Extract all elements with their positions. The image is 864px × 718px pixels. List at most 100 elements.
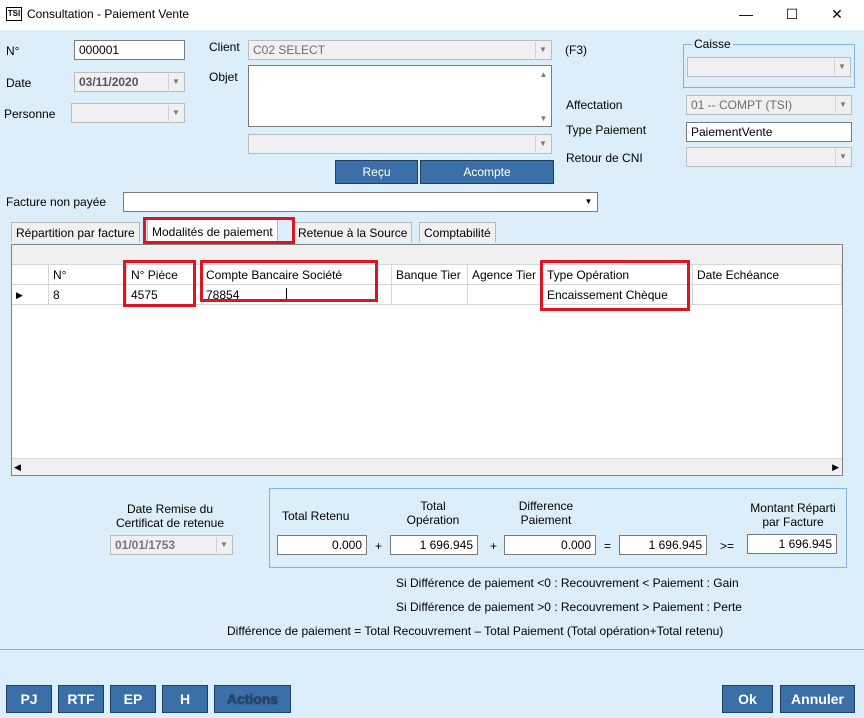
tab-modalites[interactable]: Modalités de paiement <box>147 218 278 244</box>
cell-banque[interactable] <box>392 285 468 305</box>
grid-header-type-operation[interactable]: Type Opération <box>543 265 693 285</box>
client-value: C02 SELECT <box>253 43 326 57</box>
date-remise-label: Date Remise du Certificat de retenue <box>115 502 225 530</box>
date-value: 03/11/2020 <box>79 75 139 89</box>
cell-compte[interactable]: 78854 <box>202 285 392 305</box>
chevron-down-icon[interactable]: ▼ <box>835 149 850 165</box>
retour-cni-label: Retour de CNI <box>566 151 643 165</box>
total-retenu-field[interactable]: 0.000 <box>277 535 367 555</box>
chevron-down-icon[interactable]: ▼ <box>834 59 849 75</box>
total-operation-label: Total Opération <box>406 499 460 527</box>
date-remise-field[interactable]: 01/01/1753 ▼ <box>110 535 233 555</box>
type-paiement-field[interactable]: PaiementVente <box>686 122 852 142</box>
totals-panel: Total Retenu 0.000 + Total Opération 1 6… <box>269 488 847 568</box>
note-gain: Si Différence de paiement <0 : Recouvrem… <box>396 576 739 590</box>
caisse-group: Caisse ▼ <box>683 37 855 88</box>
close-button[interactable]: ✕ <box>817 2 857 26</box>
grid-header-piece[interactable]: N° Pièce <box>127 265 202 285</box>
objet-scrollbar[interactable]: ▲ ▼ <box>536 66 551 126</box>
objet-label: Objet <box>209 70 238 84</box>
client-select[interactable]: C02 SELECT ▼ <box>248 40 552 60</box>
tab-repartition[interactable]: Répartition par facture <box>11 222 140 242</box>
chevron-down-icon[interactable]: ▼ <box>581 194 596 210</box>
greater-equal-sign: >= <box>720 539 735 553</box>
window-title: Consultation - Paiement Vente <box>27 7 190 21</box>
chevron-down-icon[interactable]: ▼ <box>835 97 850 113</box>
note-perte: Si Différence de paiement >0 : Recouvrem… <box>396 600 742 614</box>
objet-textarea[interactable]: ▲ ▼ <box>248 65 552 127</box>
facture-select[interactable]: ▼ <box>123 192 598 212</box>
bottom-separator <box>0 649 864 650</box>
personne-select[interactable]: ▼ <box>71 103 185 123</box>
minimize-button[interactable]: — <box>726 2 766 26</box>
cell-no[interactable]: 8 <box>49 285 127 305</box>
affectation-value: 01 -- COMPT (TSI) <box>691 98 793 112</box>
text-cursor <box>286 288 287 301</box>
cell-piece[interactable]: 4575 <box>127 285 202 305</box>
pj-button[interactable]: PJ <box>6 685 52 713</box>
tab-retenue[interactable]: Retenue à la Source <box>293 222 413 242</box>
h-button[interactable]: H <box>162 685 208 713</box>
retour-cni-select[interactable]: ▼ <box>686 147 852 167</box>
date-label: Date <box>6 76 32 90</box>
date-field[interactable]: 03/11/2020 ▼ <box>74 72 185 92</box>
grid-header-date-echeance[interactable]: Date Echéance <box>693 265 842 285</box>
chevron-up-icon[interactable]: ▲ <box>536 68 551 82</box>
total-paiement-field[interactable]: 1 696.945 <box>619 535 707 555</box>
personne-label: Personne <box>4 107 56 121</box>
scroll-right-icon[interactable]: ▶ <box>832 462 839 473</box>
payment-consultation-window: TSI Consultation - Paiement Vente — ☐ ✕ … <box>0 0 864 718</box>
cell-type-operation[interactable]: Encaissement Chèque <box>543 285 693 305</box>
total-operation-field[interactable]: 1 696.945 <box>390 535 478 555</box>
row-pointer-icon: ▶ <box>12 285 49 305</box>
affectation-label: Affectation <box>566 98 623 112</box>
grid-header-no[interactable]: N° <box>49 265 127 285</box>
grid-header-selector <box>12 265 49 285</box>
plus-sign-2: + <box>490 539 498 553</box>
client-label: Client <box>209 40 240 54</box>
caisse-select[interactable]: ▼ <box>687 57 851 77</box>
grid-group-bar <box>12 245 842 265</box>
rtf-button[interactable]: RTF <box>58 685 104 713</box>
recu-button[interactable]: Reçu <box>335 160 418 184</box>
maximize-button[interactable]: ☐ <box>772 2 812 26</box>
scroll-left-icon[interactable]: ◀ <box>14 462 21 473</box>
title-bar: TSI Consultation - Paiement Vente — ☐ ✕ <box>0 0 864 30</box>
no-field[interactable]: 000001 <box>74 40 185 60</box>
objet-secondary-select[interactable]: ▼ <box>248 134 552 154</box>
actions-button[interactable]: Actions <box>214 685 291 713</box>
chevron-down-icon[interactable]: ▼ <box>168 74 183 90</box>
note-formula: Différence de paiement = Total Recouvrem… <box>227 624 724 638</box>
chevron-down-icon[interactable]: ▼ <box>535 42 550 58</box>
affectation-select[interactable]: 01 -- COMPT (TSI) ▼ <box>686 95 852 115</box>
chevron-down-icon[interactable]: ▼ <box>216 537 231 553</box>
grid-header-banque[interactable]: Banque Tier <box>392 265 468 285</box>
montant-field[interactable]: 1 696.945 <box>747 534 837 554</box>
app-logo-icon: TSI <box>6 7 22 21</box>
payment-modes-grid: N° N° Pièce Compte Bancaire Société Banq… <box>11 244 843 476</box>
chevron-down-icon[interactable]: ▼ <box>535 136 550 152</box>
no-label: N° <box>6 44 20 58</box>
caisse-label: Caisse <box>692 37 733 51</box>
cell-date-echeance[interactable] <box>693 285 842 305</box>
annuler-button[interactable]: Annuler <box>780 685 855 713</box>
difference-field[interactable]: 0.000 <box>504 535 596 555</box>
type-paiement-label: Type Paiement <box>566 123 647 137</box>
date-remise-value: 01/01/1753 <box>115 538 176 552</box>
facture-label: Facture non payée <box>6 195 107 209</box>
tab-comptabilite[interactable]: Comptabilité <box>419 222 496 242</box>
acompte-button[interactable]: Acompte <box>420 160 554 184</box>
grid-header-agence[interactable]: Agence Tier <box>468 265 543 285</box>
grid-header-compte[interactable]: Compte Bancaire Société <box>202 265 392 285</box>
chevron-down-icon[interactable]: ▼ <box>168 105 183 121</box>
grid-horizontal-scrollbar[interactable]: ◀ ▶ <box>12 458 842 475</box>
f3-hint: (F3) <box>565 43 587 57</box>
cell-agence[interactable] <box>468 285 543 305</box>
cell-compte-value: 78854 <box>206 288 240 302</box>
chevron-down-icon[interactable]: ▼ <box>536 112 551 126</box>
difference-label: Difference Paiement <box>518 499 574 527</box>
ok-button[interactable]: Ok <box>722 685 773 713</box>
ep-button[interactable]: EP <box>110 685 156 713</box>
equal-sign: = <box>604 539 612 553</box>
total-retenu-label: Total Retenu <box>282 509 350 523</box>
